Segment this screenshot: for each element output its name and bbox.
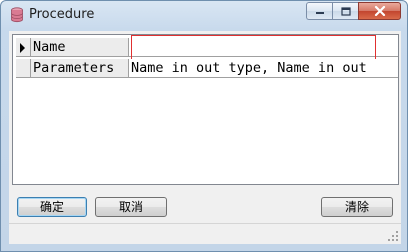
procedure-dialog: Procedure Name Parameters Name in out ty… — [0, 0, 408, 252]
current-row-arrow-icon — [20, 43, 25, 53]
property-name-cell: Parameters — [31, 59, 129, 78]
dialog-client-area: Name Parameters Name in out type, Name i… — [9, 31, 401, 244]
title-bar[interactable]: Procedure — [1, 1, 407, 31]
close-icon — [374, 6, 385, 16]
row-indicator[interactable] — [16, 59, 31, 78]
minimize-button[interactable] — [306, 2, 332, 20]
status-bar — [9, 223, 401, 244]
resize-grip-icon[interactable] — [387, 230, 399, 242]
window-title: Procedure — [29, 7, 95, 22]
grid-row-parameters[interactable]: Parameters Name in out type, Name in out — [13, 59, 398, 78]
close-button[interactable] — [358, 2, 401, 20]
property-grid[interactable]: Name Parameters Name in out type, Name i… — [12, 34, 399, 185]
clear-button[interactable]: 清除 — [321, 197, 393, 217]
property-value-cell[interactable] — [129, 38, 398, 57]
cancel-button[interactable]: 取消 — [95, 197, 167, 217]
property-name-cell: Name — [31, 38, 129, 57]
maximize-icon — [340, 6, 351, 16]
ok-button[interactable]: 确定 — [17, 197, 87, 217]
property-value-cell[interactable]: Name in out type, Name in out — [129, 59, 398, 78]
row-indicator[interactable] — [16, 38, 31, 57]
maximize-button[interactable] — [332, 2, 358, 20]
database-icon — [11, 7, 23, 23]
grid-row-name[interactable]: Name — [13, 35, 398, 67]
caption-buttons — [306, 2, 401, 21]
minimize-icon — [315, 12, 324, 14]
